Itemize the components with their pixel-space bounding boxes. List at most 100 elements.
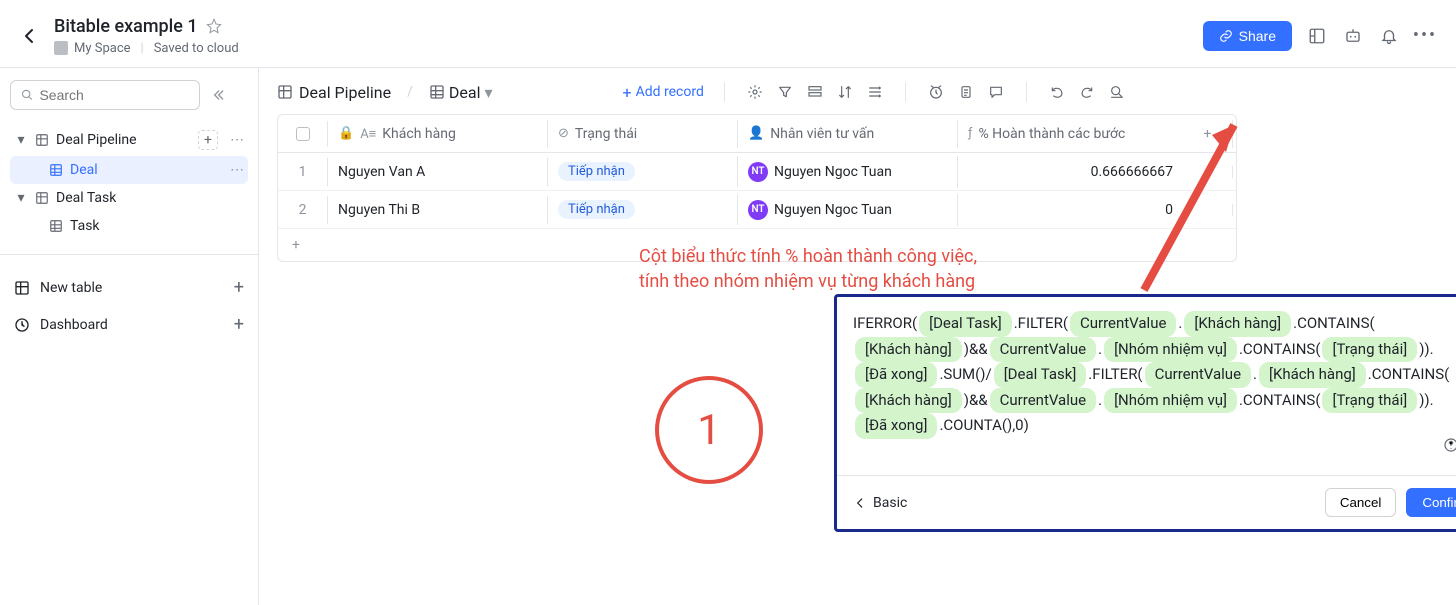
top-actions: Share ••• <box>1203 21 1436 51</box>
add-view-button[interactable]: + <box>198 130 218 150</box>
formula-body[interactable]: IFERROR([Deal Task].FILTER(CurrentValue.… <box>837 297 1456 475</box>
top-header: Bitable example 1 My Space | Saved to cl… <box>0 0 1456 68</box>
reminder-icon[interactable] <box>926 82 946 102</box>
chevron-down-icon: ▾ <box>484 83 492 102</box>
checkbox-icon <box>296 127 310 141</box>
avatar: NT <box>748 200 768 220</box>
search-input[interactable] <box>39 87 189 103</box>
column-label: Trạng thái <box>575 126 637 142</box>
folder-icon <box>54 41 68 55</box>
table-icon <box>14 280 30 296</box>
formula-token[interactable]: [Trạng thái] <box>1322 388 1417 414</box>
layout-icon[interactable] <box>1306 25 1328 47</box>
help-icon[interactable] <box>1443 437 1456 453</box>
sidebar-item-deal-task[interactable]: ▾ Deal Task <box>10 184 248 212</box>
confirm-button[interactable]: Confirm <box>1406 488 1456 517</box>
sort-icon[interactable] <box>835 82 855 102</box>
redo-icon[interactable] <box>1077 82 1097 102</box>
header-consultant[interactable]: 👤 Nhân viên tư vấn <box>738 120 958 148</box>
formula-token[interactable]: CurrentValue <box>990 337 1096 363</box>
robot-icon[interactable] <box>1342 25 1364 47</box>
row-height-icon[interactable] <box>865 82 885 102</box>
status-pill: Tiếp nhận <box>558 162 635 181</box>
add-record-button[interactable]: + Add record <box>623 83 704 102</box>
sidebar-item-deal[interactable]: Deal ⋯ <box>10 156 248 184</box>
dashboard-label: Dashboard <box>40 317 108 333</box>
cell-customer[interactable]: Nguyen Thi B <box>328 196 548 224</box>
formula-token[interactable]: [Deal Task] <box>919 311 1012 337</box>
collapse-sidebar-icon[interactable] <box>210 87 226 103</box>
header-customer[interactable]: 🔒 A≡ Khách hàng <box>328 120 548 148</box>
search-icon <box>21 88 33 102</box>
item-more-icon[interactable]: ⋯ <box>230 162 244 178</box>
formula-token[interactable]: [Trạng thái] <box>1322 337 1417 363</box>
formula-token[interactable]: [Khách hàng] <box>1259 362 1366 388</box>
formula-token[interactable]: [Khách hàng] <box>1184 311 1291 337</box>
formula-token[interactable]: CurrentValue <box>1070 311 1176 337</box>
cell-status[interactable]: Tiếp nhận <box>548 194 738 225</box>
bell-icon[interactable] <box>1378 25 1400 47</box>
formula-type-icon: ƒ <box>968 126 972 141</box>
person-type-icon: 👤 <box>748 126 764 141</box>
grid-icon <box>48 218 64 234</box>
back-button[interactable] <box>20 26 40 46</box>
sidebar-item-deal-pipeline[interactable]: ▾ Deal Pipeline + ⋯ <box>10 124 248 156</box>
formula-token[interactable]: CurrentValue <box>990 388 1096 414</box>
undo-icon[interactable] <box>1047 82 1067 102</box>
item-more-icon[interactable]: ⋯ <box>230 132 244 148</box>
cell-consultant[interactable]: NTNguyen Ngoc Tuan <box>738 156 958 188</box>
formula-token[interactable]: [Khách hàng] <box>855 388 962 414</box>
doc-folder[interactable]: My Space <box>74 41 131 56</box>
view-selector[interactable]: Deal ▾ <box>429 83 493 102</box>
avatar: NT <box>748 162 768 182</box>
formula-token[interactable]: [Đã xong] <box>855 362 937 388</box>
cancel-button[interactable]: Cancel <box>1325 488 1397 517</box>
formula-token[interactable]: [Deal Task] <box>994 362 1087 388</box>
formula-token[interactable]: [Khách hàng] <box>855 337 962 363</box>
chevron-left-icon <box>20 26 40 46</box>
new-table-button[interactable]: New table + <box>10 269 248 306</box>
search-box[interactable] <box>10 80 200 110</box>
comment-icon[interactable] <box>986 82 1006 102</box>
caret-down-icon: ▾ <box>14 132 28 148</box>
text-type-icon: A≡ <box>360 126 376 142</box>
share-button[interactable]: Share <box>1203 21 1292 51</box>
clipboard-icon[interactable] <box>956 82 976 102</box>
table-row[interactable]: 1 Nguyen Van A Tiếp nhận NTNguyen Ngoc T… <box>278 153 1236 191</box>
basic-mode-button[interactable]: Basic <box>853 495 907 511</box>
header-status[interactable]: ⊘ Trạng thái <box>548 120 738 148</box>
plus-icon: + <box>623 83 632 102</box>
cell-status[interactable]: Tiếp nhận <box>548 156 738 187</box>
header-checkbox-cell[interactable] <box>278 121 328 147</box>
dashboard-button[interactable]: Dashboard + <box>10 306 248 343</box>
star-icon[interactable] <box>206 18 222 34</box>
plus-icon: + <box>234 314 244 335</box>
formula-token[interactable]: [Nhóm nhiệm vụ] <box>1104 337 1237 363</box>
formula-token[interactable]: [Đã xong] <box>855 413 937 439</box>
status-pill: Tiếp nhận <box>558 200 635 219</box>
link-icon <box>1219 29 1233 43</box>
sidebar-item-task[interactable]: Task <box>10 212 248 240</box>
annotation-text: Cột biểu thức tính % hoàn thành công việ… <box>639 244 977 294</box>
cell-consultant[interactable]: NTNguyen Ngoc Tuan <box>738 194 958 226</box>
plus-icon: + <box>234 277 244 298</box>
formula-token[interactable]: CurrentValue <box>1145 362 1251 388</box>
annotation-circle: 1 <box>655 376 763 484</box>
formula-token[interactable]: [Nhóm nhiệm vụ] <box>1104 388 1237 414</box>
settings-icon[interactable] <box>745 82 765 102</box>
cell-customer[interactable]: Nguyen Van A <box>328 158 548 186</box>
more-icon[interactable]: ••• <box>1414 25 1436 47</box>
grid-icon <box>429 84 445 100</box>
annotation-arrow <box>1124 120 1274 310</box>
group-icon[interactable] <box>805 82 825 102</box>
main-toolbar: Deal Pipeline / Deal ▾ + Add record <box>277 82 1436 102</box>
filter-icon[interactable] <box>775 82 795 102</box>
sidebar-item-label: Deal <box>70 162 218 178</box>
doc-info: Bitable example 1 My Space | Saved to cl… <box>54 16 1203 56</box>
column-label: % Hoàn thành các bước <box>978 126 1125 142</box>
breadcrumb[interactable]: Deal Pipeline <box>277 83 391 102</box>
add-record-label: Add record <box>636 84 704 100</box>
table-row[interactable]: 2 Nguyen Thi B Tiếp nhận NTNguyen Ngoc T… <box>278 191 1236 229</box>
find-icon[interactable] <box>1107 82 1127 102</box>
breadcrumb-label: Deal Pipeline <box>299 83 391 102</box>
